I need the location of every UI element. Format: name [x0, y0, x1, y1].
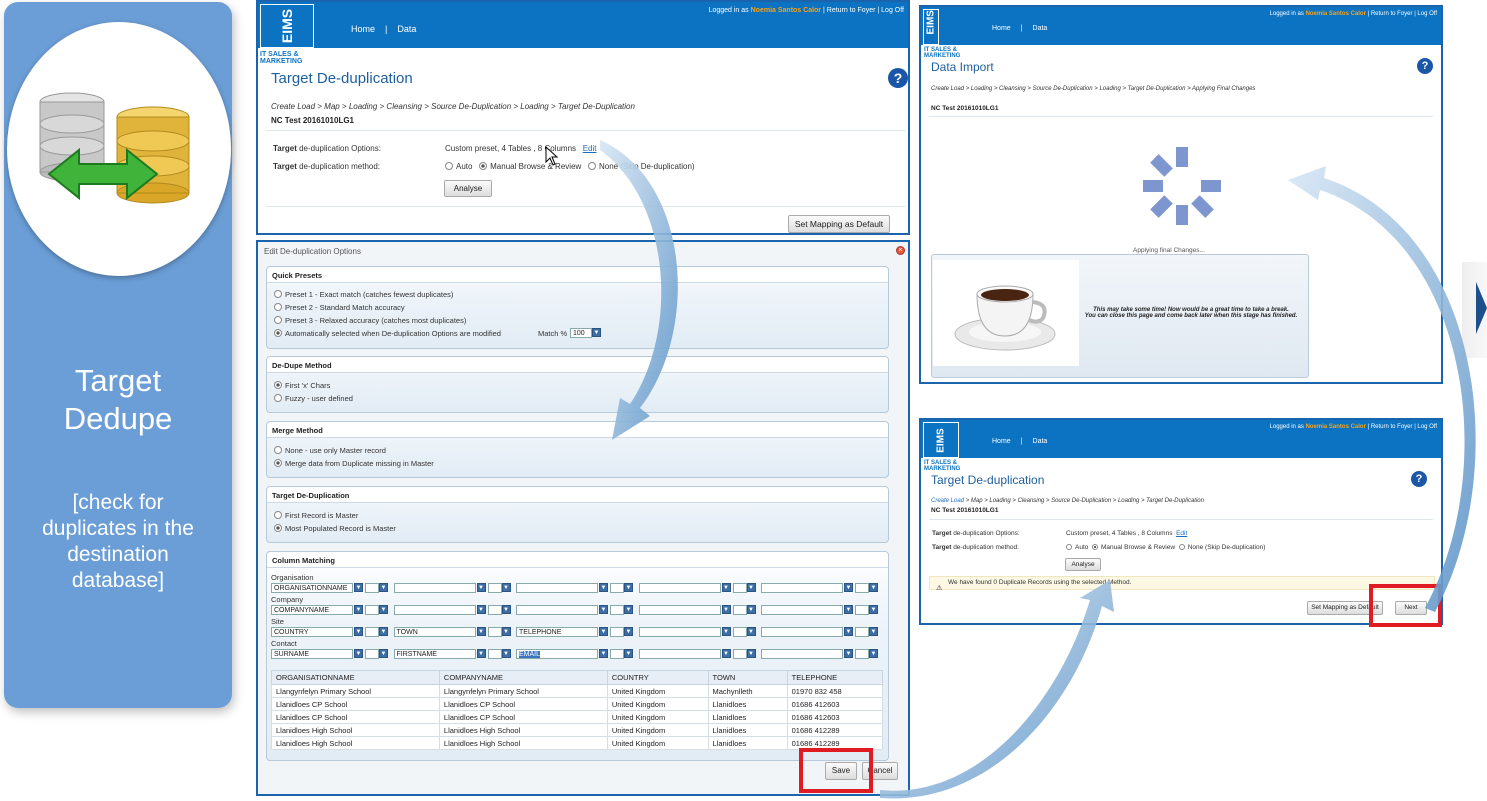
flow-arrow-3: [1288, 166, 1476, 612]
mouse-cursor-icon: [545, 146, 559, 166]
flow-arrows: [600, 140, 1476, 799]
flow-arrow-2: [880, 580, 1114, 799]
flow-arrow-1: [600, 140, 678, 440]
